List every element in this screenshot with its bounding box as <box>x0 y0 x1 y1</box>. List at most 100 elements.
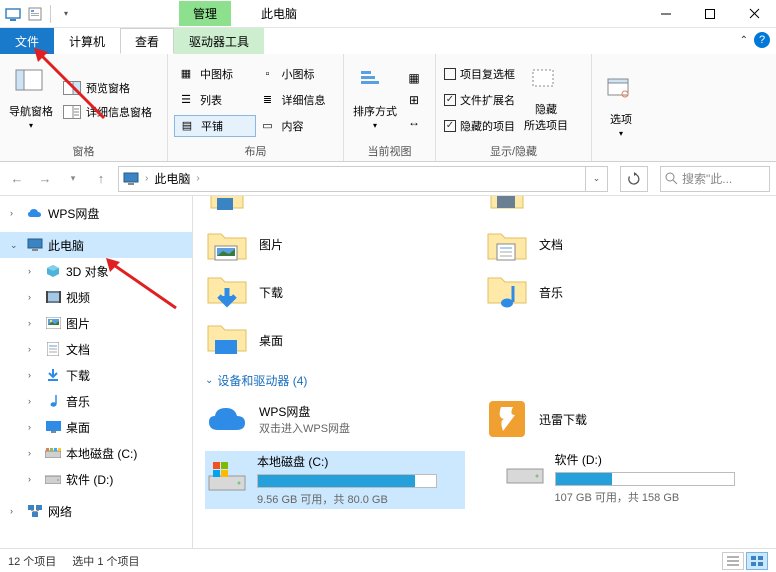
layout-group-label: 布局 <box>174 141 337 159</box>
help-icon[interactable]: ? <box>754 32 770 48</box>
item-checkboxes-toggle[interactable]: 项目复选框 <box>442 63 517 85</box>
forward-button[interactable]: → <box>34 166 56 192</box>
collapse-ribbon-icon[interactable]: ⌃ <box>740 35 748 46</box>
tiles-button[interactable]: ▤平铺 <box>174 115 256 137</box>
chevron-down-icon[interactable]: ⌄ <box>10 240 22 251</box>
folder-icon <box>485 222 529 266</box>
close-button[interactable] <box>732 0 776 28</box>
item-wps-drive[interactable]: WPS网盘双击进入WPS网盘 <box>205 395 445 443</box>
hidden-items-toggle[interactable]: ✓隐藏的项目 <box>442 115 517 137</box>
sidebar-item-3d-objects[interactable]: ›3D 对象 <box>0 258 192 284</box>
list-item[interactable] <box>205 196 445 216</box>
chevron-right-icon[interactable]: › <box>10 208 22 218</box>
sidebar-item-music[interactable]: ›音乐 <box>0 388 192 414</box>
folder-downloads[interactable]: 下载 <box>205 268 445 316</box>
preview-pane-button[interactable]: 预览窗格 <box>60 77 154 99</box>
qat-dropdown-icon[interactable]: ▾ <box>57 5 75 23</box>
documents-icon <box>44 341 62 357</box>
folder-icon <box>485 270 529 314</box>
desktop-icon <box>44 419 62 435</box>
tab-computer[interactable]: 计算机 <box>54 28 120 54</box>
folder-icon <box>205 318 249 362</box>
sidebar-item-pictures[interactable]: ›图片 <box>0 310 192 336</box>
content-button[interactable]: ▭内容 <box>256 115 338 137</box>
xunlei-icon <box>485 397 529 441</box>
sidebar-item-documents[interactable]: ›文档 <box>0 336 192 362</box>
search-input[interactable]: 搜索"此... <box>660 166 770 192</box>
system-icon[interactable] <box>4 5 22 23</box>
showhide-group-label: 显示/隐藏 <box>442 141 585 159</box>
medium-icons-button[interactable]: ▦中图标 <box>174 63 256 85</box>
size-columns-icon[interactable]: ↔ <box>404 113 424 131</box>
refresh-button[interactable] <box>620 166 648 192</box>
pc-icon <box>123 172 139 186</box>
group-by-icon[interactable]: ▦ <box>404 69 424 87</box>
sidebar-item-this-pc[interactable]: ⌄此电脑 <box>0 232 192 258</box>
context-tab-title: 管理 <box>179 1 231 26</box>
back-button[interactable]: ← <box>6 166 28 192</box>
search-icon <box>665 172 678 185</box>
cloud-icon <box>26 205 44 221</box>
tiles-view-button[interactable] <box>746 552 768 570</box>
folder-icon <box>205 222 249 266</box>
item-xunlei[interactable]: 迅雷下载 <box>485 395 725 443</box>
list-button[interactable]: ☰列表 <box>174 89 256 111</box>
folder-pictures[interactable]: 图片 <box>205 220 445 268</box>
minimize-button[interactable] <box>644 0 688 28</box>
details-pane-button[interactable]: 详细信息窗格 <box>60 101 154 123</box>
sort-by-button[interactable]: 排序方式▾ <box>350 58 400 141</box>
address-bar[interactable]: › 此电脑 › <box>118 166 586 192</box>
add-columns-icon[interactable]: ⊞ <box>404 91 424 109</box>
navigation-tree: ›WPS网盘 ⌄此电脑 ›3D 对象 ›视频 ›图片 ›文档 ›下载 ›音乐 ›… <box>0 196 193 548</box>
drive-icon <box>505 451 545 491</box>
drive-icon <box>44 445 62 461</box>
address-dropdown[interactable]: ⌄ <box>586 166 608 192</box>
sidebar-item-disk-c[interactable]: ›本地磁盘 (C:) <box>0 440 192 466</box>
chevron-right-icon[interactable]: › <box>145 173 148 184</box>
network-icon <box>26 503 44 519</box>
content-pane: 图片 文档 下载 音乐 桌面 ⌄设备和驱动器 (4) <box>193 196 776 548</box>
window-title: 此电脑 <box>261 5 297 22</box>
folder-documents[interactable]: 文档 <box>485 220 725 268</box>
folder-desktop[interactable]: 桌面 <box>205 316 445 364</box>
sidebar-item-disk-d[interactable]: ›软件 (D:) <box>0 466 192 492</box>
drive-d[interactable]: 软件 (D:) 107 GB 可用，共 158 GB <box>505 451 765 509</box>
current-view-group-label: 当前视图 <box>350 141 429 159</box>
tab-view[interactable]: 查看 <box>120 28 174 54</box>
pc-icon <box>26 237 44 253</box>
status-item-count: 12 个项目 <box>8 553 56 569</box>
maximize-button[interactable] <box>688 0 732 28</box>
sidebar-item-downloads[interactable]: ›下载 <box>0 362 192 388</box>
pictures-icon <box>44 315 62 331</box>
sidebar-item-wps[interactable]: ›WPS网盘 <box>0 200 192 226</box>
chevron-right-icon[interactable]: › <box>196 173 199 184</box>
video-icon <box>44 289 62 305</box>
navigation-pane-button[interactable]: 导航窗格 ▾ <box>6 58 56 141</box>
tab-file[interactable]: 文件 <box>0 28 54 54</box>
drive-c[interactable]: 本地磁盘 (C:) 9.56 GB 可用，共 80.0 GB <box>205 451 465 509</box>
drive-usage-bar <box>257 474 437 488</box>
download-icon <box>44 367 62 383</box>
small-icons-button[interactable]: ▫小图标 <box>256 63 338 85</box>
cloud-icon <box>205 397 249 441</box>
file-extensions-toggle[interactable]: ✓文件扩展名 <box>442 89 517 111</box>
tab-drive-tools[interactable]: 驱动器工具 <box>174 28 264 54</box>
breadcrumb-this-pc[interactable]: 此电脑 <box>154 170 190 187</box>
details-view-button[interactable] <box>722 552 744 570</box>
status-selected-count: 选中 1 个项目 <box>72 553 139 569</box>
music-icon <box>44 393 62 409</box>
folder-music[interactable]: 音乐 <box>485 268 725 316</box>
sidebar-item-desktop[interactable]: ›桌面 <box>0 414 192 440</box>
recent-locations-button[interactable]: ▾ <box>62 166 84 192</box>
up-button[interactable]: ↑ <box>90 166 112 192</box>
chevron-down-icon[interactable]: ⌄ <box>205 375 213 386</box>
qat-properties-icon[interactable] <box>26 5 44 23</box>
sidebar-item-videos[interactable]: ›视频 <box>0 284 192 310</box>
cube-icon <box>44 263 62 279</box>
hide-selected-button[interactable]: 隐藏 所选项目 <box>521 58 571 141</box>
list-item[interactable] <box>485 196 725 216</box>
section-devices-header[interactable]: ⌄设备和驱动器 (4) <box>205 372 764 389</box>
options-button[interactable]: 选项▾ <box>598 58 644 157</box>
sidebar-item-network[interactable]: ›网络 <box>0 498 192 524</box>
details-button[interactable]: ≣详细信息 <box>256 89 338 111</box>
